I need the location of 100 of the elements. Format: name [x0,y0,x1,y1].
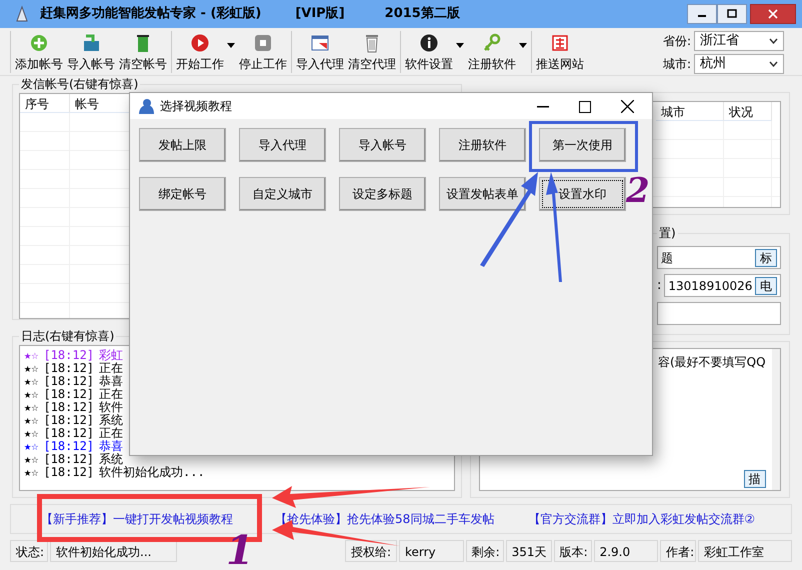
column-header[interactable]: 城市 [656,102,724,121]
window-title: 赶集网多功能智能发帖专家 - (彩虹版) [40,4,262,24]
insert-button[interactable]: 描 [744,470,766,488]
dialog-button[interactable]: 绑定帐号 [139,177,226,211]
group-title: 日志(右键有惊喜) [19,328,116,344]
city-select[interactable]: 杭州 [694,54,784,74]
framed-icon [550,33,570,53]
dialog-button[interactable]: 发帖上限 [139,128,226,162]
text-field[interactable] [657,302,781,325]
status-value: 彩虹工作室 [698,540,792,562]
window-title: 2015第二版 [384,5,460,24]
toolbar-button[interactable]: 注册软件 [466,31,529,73]
chevron-icon [769,38,778,44]
log-stars: ★☆ [24,414,38,427]
log-time: [18:12] [43,466,94,479]
status-label: 作者: [660,540,696,562]
close-icon [621,100,634,114]
log-stars: ★☆ [24,401,38,414]
plus-icon [29,33,49,53]
log-time: [18:12] [43,388,94,401]
toolbar-button[interactable]: 软件设置 [403,31,466,73]
app-icon [14,5,30,23]
log-stars: ★☆ [24,440,38,453]
log-stars: ★☆ [24,388,38,401]
import-icon [81,33,101,53]
key-icon [482,33,502,53]
toolbar-button[interactable]: 添加帐号 [13,31,65,73]
close-button[interactable] [750,4,796,24]
dialog-button[interactable]: 设置水印 [539,177,626,211]
minimize-icon [537,106,549,108]
log-stars: ★☆ [24,453,38,466]
group-title: 发信帐号(右键有惊喜) [19,76,140,92]
close-icon [768,9,778,19]
log-time: [18:12] [43,401,94,414]
status-value: 351天 [506,540,552,562]
dialog-button[interactable]: 设定多标题 [339,177,426,211]
toolbar-button[interactable]: 停止工作 [237,31,289,73]
log-stars: ★☆ [24,466,38,479]
dialog-button[interactable]: 第一次使用 [539,128,626,162]
log-text: 彩虹 [99,349,124,362]
toolbar-button[interactable]: 导入代理 [294,31,346,73]
log-stars: ★☆ [24,362,38,375]
toolbar-button[interactable]: 开始工作 [174,31,237,73]
annotation-number: 1 [226,533,254,569]
log-time: [18:12] [43,349,94,362]
log-text: 软件初始化成功... [99,466,205,479]
column-header[interactable]: 序号 [20,94,70,113]
log-text: 恭喜 [99,375,124,388]
phone-field[interactable]: 13018910026 电 [664,274,781,297]
title-button[interactable]: 标 [755,248,777,266]
log-text: 正在 [99,427,124,440]
log-time: [18:12] [43,362,94,375]
scrollbar[interactable] [772,349,780,490]
minimize-button[interactable] [687,4,717,24]
person-icon [138,98,154,114]
log-time: [18:12] [43,453,94,466]
log-stars: ★☆ [24,427,38,440]
log-text: 正在 [99,362,124,375]
link[interactable]: 【官方交流群】立即加入彩虹发帖交流群② [528,510,756,528]
maximize-icon [579,100,591,113]
maximize-button[interactable] [717,4,747,24]
window-icon [310,33,330,53]
play-icon [190,33,210,53]
status-label: 版本: [554,540,592,562]
log-text: 软件 [99,401,124,414]
log-text: 系统 [99,414,124,427]
group-title: 置) [657,225,678,241]
toolbar-button[interactable]: 导入帐号 [65,31,117,73]
toolbar-button[interactable]: 清空帐号 [117,31,169,73]
status-value: 软件初始化成功... [50,540,177,562]
dialog-button[interactable]: 导入帐号 [339,128,426,162]
info-icon [419,33,439,53]
log-text: 正在 [99,388,124,401]
toolbar-button[interactable]: 清空代理 [346,31,398,73]
log-time: [18:12] [43,427,94,440]
log-text: 恭喜 [99,440,124,453]
dialog-button[interactable]: 设置发帖表单 [439,177,526,211]
title-field[interactable]: 题 标 [657,246,781,269]
field-label: 省份: [662,33,691,50]
status-value: 2.9.0 [594,540,658,562]
toolbar-button[interactable]: 推送网站 [534,31,586,73]
status-label: 状态: [10,540,48,562]
field-label: 城市: [662,56,691,73]
stop-icon [253,33,273,53]
province-select[interactable]: 浙江省 [694,31,784,51]
window-title: [VIP版] [295,5,345,24]
phone-button[interactable]: 电 [755,276,777,294]
log-stars: ★☆ [24,349,38,362]
link[interactable]: 【新手推荐】一键打开发帖视频教程 [41,510,233,528]
status-label: 授权给: [344,540,397,562]
log-time: [18:12] [43,440,94,453]
caret-icon [519,43,527,48]
dialog-button[interactable]: 注册软件 [439,128,526,162]
dialog-button[interactable]: 导入代理 [239,128,326,162]
dialog-button[interactable]: 自定义城市 [239,177,326,211]
log-stars: ★☆ [24,375,38,388]
status-label: 剩余: [466,540,504,562]
dialog-title: 选择视频教程 [160,98,232,115]
column-header[interactable]: 状况 [724,102,772,121]
caret-icon [227,43,235,48]
